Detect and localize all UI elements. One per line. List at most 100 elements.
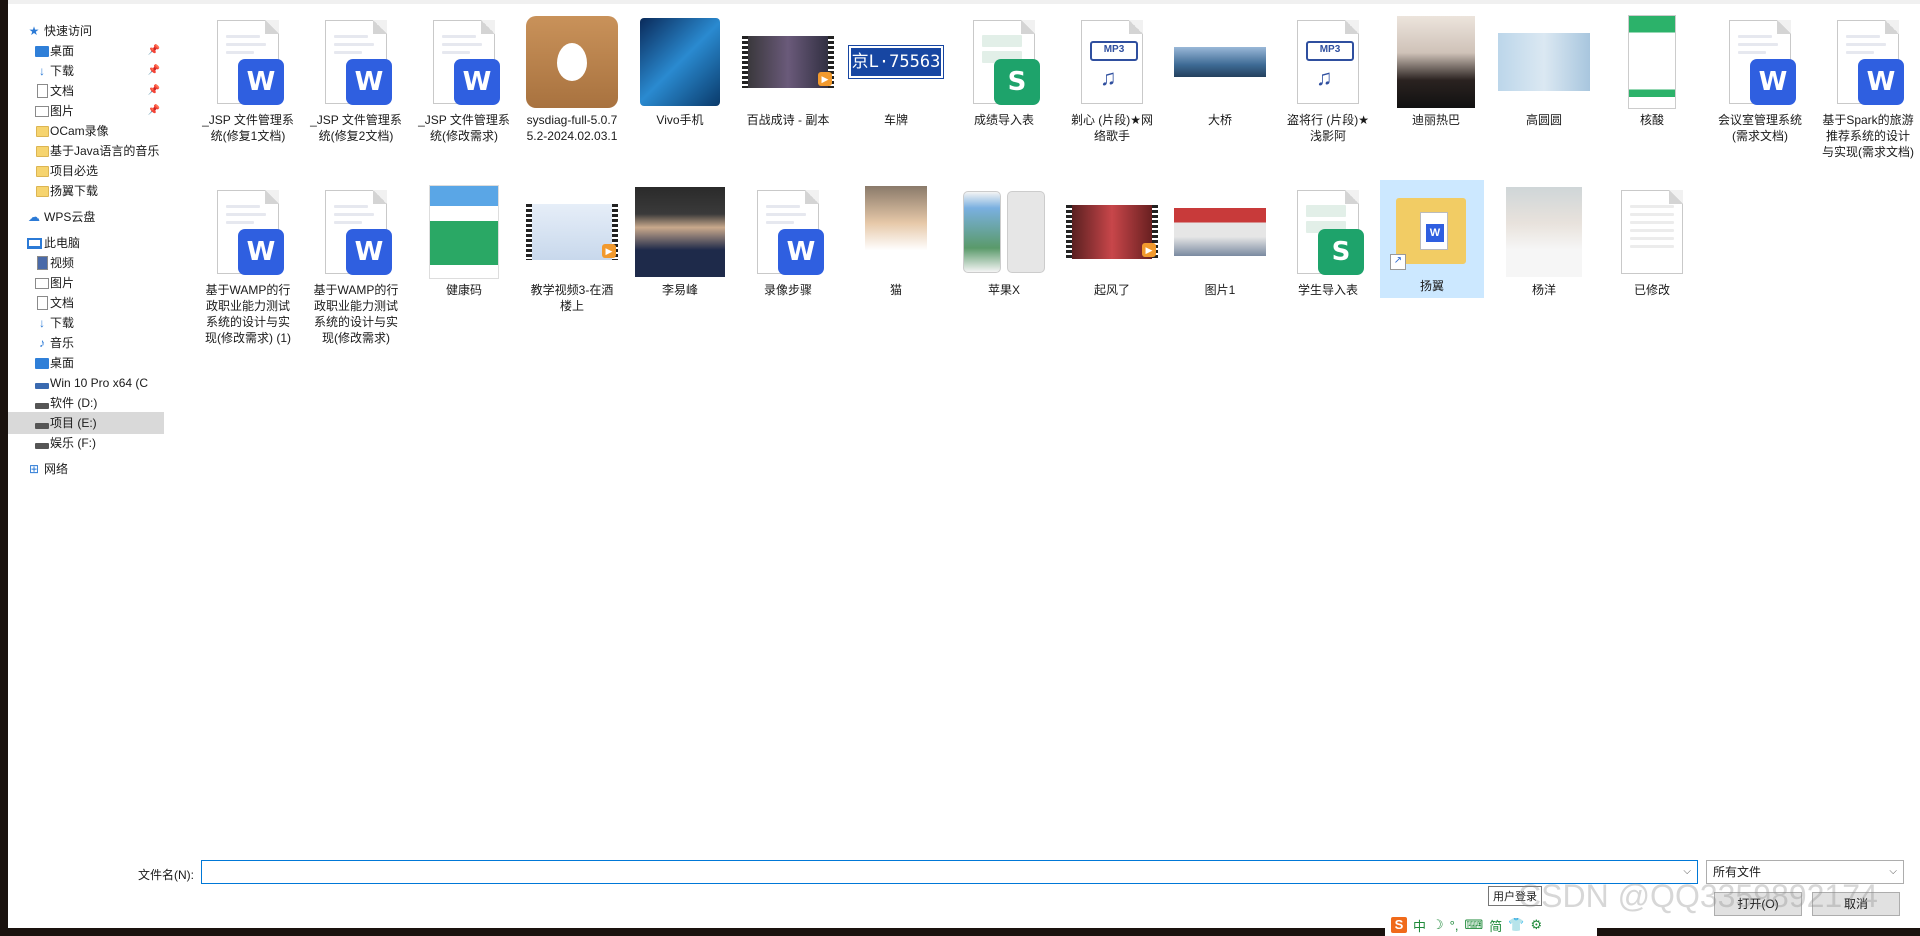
word-file-icon: W — [200, 14, 296, 110]
file-name: 盗将行 (片段)★浅影阿 — [1286, 113, 1370, 143]
nav-pc-downloads[interactable]: ↓ 下载 — [8, 312, 164, 334]
ime-lang-toggle[interactable]: 中 — [1413, 916, 1426, 935]
file-name: sysdiag-full-5.0.75.2-2024.02.03.1 — [526, 113, 618, 143]
file-name: 扬翼 — [1419, 279, 1444, 293]
ime-moon-icon[interactable]: ☽ — [1432, 917, 1444, 933]
nav-wps-cloud[interactable]: ☁ WPS云盘 — [8, 206, 164, 228]
file-item[interactable]: 李易峰 — [632, 184, 728, 300]
license-plate-thumbnail: 京L·75563 — [848, 14, 944, 110]
file-name: 健康码 — [445, 283, 482, 297]
chevron-down-icon: ⌵ — [1889, 866, 1897, 877]
file-item[interactable]: ▶ 教学视频3-在酒楼上 — [524, 184, 620, 316]
file-name: Vivo手机 — [656, 113, 704, 127]
mp3-file-icon: MP3 ♫ — [1064, 14, 1160, 110]
gear-icon[interactable]: ⚙ — [1530, 917, 1542, 933]
nav-label: 软件 (D:) — [50, 396, 98, 410]
nav-pc-music[interactable]: ♪ 音乐 — [8, 332, 164, 354]
nav-pc-desktop[interactable]: 桌面 — [8, 352, 164, 374]
video-thumbnail: ▶ — [1064, 184, 1160, 280]
file-item[interactable]: W _JSP 文件管理系统(修复2文档) — [308, 14, 404, 146]
portrait-image-thumbnail — [1496, 184, 1592, 280]
music-note-icon: ♪ — [39, 336, 45, 350]
file-item[interactable]: ▶ 百战成诗 - 副本 — [740, 14, 836, 130]
file-item[interactable]: 京L·75563 车牌 — [848, 14, 944, 130]
file-item[interactable]: 已修改 — [1604, 184, 1700, 300]
nav-pc-documents[interactable]: 文档 — [8, 292, 164, 314]
nav-drive-c[interactable]: Win 10 Pro x64 (C — [8, 372, 164, 394]
file-item[interactable]: W 录像步骤 — [740, 184, 836, 300]
file-item[interactable]: 高圆圆 — [1496, 14, 1592, 130]
nav-item-ocam[interactable]: OCam录像 — [8, 120, 164, 142]
video-folder-icon — [34, 256, 50, 270]
nav-quick-access[interactable]: ★ 快速访问 — [8, 20, 164, 42]
nav-item-yangyi-download[interactable]: 扬翼下载 — [8, 180, 164, 202]
file-open-dialog: ★ 快速访问 桌面 📌 ↓ 下载 📌 文档 📌 图片 📌 OCam录像 基于Ja… — [8, 0, 1920, 928]
file-name: 录像步骤 — [763, 283, 812, 297]
nav-item-pictures[interactable]: 图片 📌 — [8, 100, 164, 122]
filename-input[interactable]: ⌵ — [201, 860, 1698, 884]
file-item[interactable]: MP3 ♫ 剃心 (片段)★网络歌手 — [1064, 14, 1160, 146]
keyboard-icon[interactable]: ⌨ — [1464, 917, 1483, 933]
file-item[interactable]: W 会议室管理系统(需求文档) — [1712, 14, 1808, 146]
nav-drive-f[interactable]: 娱乐 (F:) — [8, 432, 164, 454]
file-item[interactable]: MP3 ♫ 盗将行 (片段)★浅影阿 — [1280, 14, 1376, 146]
file-item[interactable]: 大桥 — [1172, 14, 1268, 130]
file-item[interactable]: 杨洋 — [1496, 184, 1592, 300]
file-item[interactable]: 核酸 — [1604, 14, 1700, 130]
nav-label: 下载 — [50, 64, 75, 78]
navigation-pane: ★ 快速访问 桌面 📌 ↓ 下载 📌 文档 📌 图片 📌 OCam录像 基于Ja… — [8, 14, 168, 834]
file-item[interactable]: W _JSP 文件管理系统(修复1文档) — [200, 14, 296, 146]
ime-skin-icon[interactable]: 👕 — [1508, 917, 1524, 933]
file-item[interactable]: 迪丽热巴 — [1388, 14, 1484, 130]
file-name: 基于Spark的旅游推荐系统的设计与实现(需求文档) — [1822, 113, 1914, 159]
ime-punct-icon[interactable]: °, — [1450, 918, 1459, 933]
video-thumbnail: ▶ — [524, 184, 620, 280]
file-item[interactable]: ▶ 起风了 — [1064, 184, 1160, 300]
file-item[interactable]: W 基于WAMP的行政职业能力测试系统的设计与实现(修改需求) (1) — [200, 184, 296, 348]
nav-label: 文档 — [50, 296, 75, 310]
ime-simplified-toggle[interactable]: 简 — [1489, 916, 1502, 935]
nav-this-pc[interactable]: 此电脑 — [8, 232, 164, 254]
health-code-thumbnail — [416, 184, 512, 280]
chevron-down-icon[interactable]: ⌵ — [1683, 866, 1691, 877]
nav-item-project-required[interactable]: 项目必选 — [8, 160, 164, 182]
file-grid: W _JSP 文件管理系统(修复1文档) W _JSP 文件管理系统(修复2文档… — [188, 10, 1918, 850]
nav-label: 下载 — [50, 316, 75, 330]
file-name: 会议室管理系统(需求文档) — [1717, 113, 1802, 143]
nav-drive-d[interactable]: 软件 (D:) — [8, 392, 164, 414]
file-item[interactable]: W 基于Spark的旅游推荐系统的设计与实现(需求文档) — [1820, 14, 1916, 162]
file-item[interactable]: 猫 — [848, 184, 944, 300]
nav-item-documents[interactable]: 文档 📌 — [8, 80, 164, 102]
file-name: 苹果X — [987, 283, 1020, 297]
folder-icon — [34, 124, 50, 138]
file-item[interactable]: 健康码 — [416, 184, 512, 300]
nav-drive-e[interactable]: 项目 (E:) — [8, 412, 164, 434]
file-item[interactable]: W 基于WAMP的行政职业能力测试系统的设计与实现(修改需求) — [308, 184, 404, 348]
file-item[interactable]: sysdiag-full-5.0.75.2-2024.02.03.1 — [524, 14, 620, 146]
word-file-icon: W — [200, 184, 296, 280]
nav-item-desktop[interactable]: 桌面 📌 — [8, 40, 164, 62]
file-item[interactable]: S 成绩导入表 — [956, 14, 1052, 130]
nav-network[interactable]: ⊞ 网络 — [8, 458, 164, 480]
nav-pc-videos[interactable]: 视频 — [8, 252, 164, 274]
folder-shortcut-icon: W ↗ — [1380, 180, 1484, 276]
file-item-selected[interactable]: W ↗ 扬翼 — [1380, 180, 1484, 298]
folder-icon — [34, 184, 50, 198]
ime-logo-icon[interactable]: S — [1391, 917, 1407, 933]
word-file-icon: W — [1820, 14, 1916, 110]
pin-icon: 📌 — [147, 45, 160, 56]
nav-item-downloads[interactable]: ↓ 下载 📌 — [8, 60, 164, 82]
video-thumbnail: ▶ — [740, 14, 836, 110]
file-item[interactable]: Vivo手机 — [632, 14, 728, 130]
file-item[interactable]: S 学生导入表 — [1280, 184, 1376, 300]
file-item[interactable]: 苹果X — [956, 184, 1052, 300]
nav-pc-pictures[interactable]: 图片 — [8, 272, 164, 294]
file-name: 大桥 — [1207, 113, 1232, 127]
nav-label: 网络 — [44, 462, 69, 476]
file-name: 教学视频3-在酒楼上 — [530, 283, 614, 313]
drive-icon — [34, 436, 50, 450]
file-item[interactable]: W _JSP 文件管理系统(修改需求) — [416, 14, 512, 146]
file-item[interactable]: 图片1 — [1172, 184, 1268, 300]
nav-item-java-music[interactable]: 基于Java语言的音乐 — [8, 140, 164, 162]
document-icon — [34, 84, 50, 98]
